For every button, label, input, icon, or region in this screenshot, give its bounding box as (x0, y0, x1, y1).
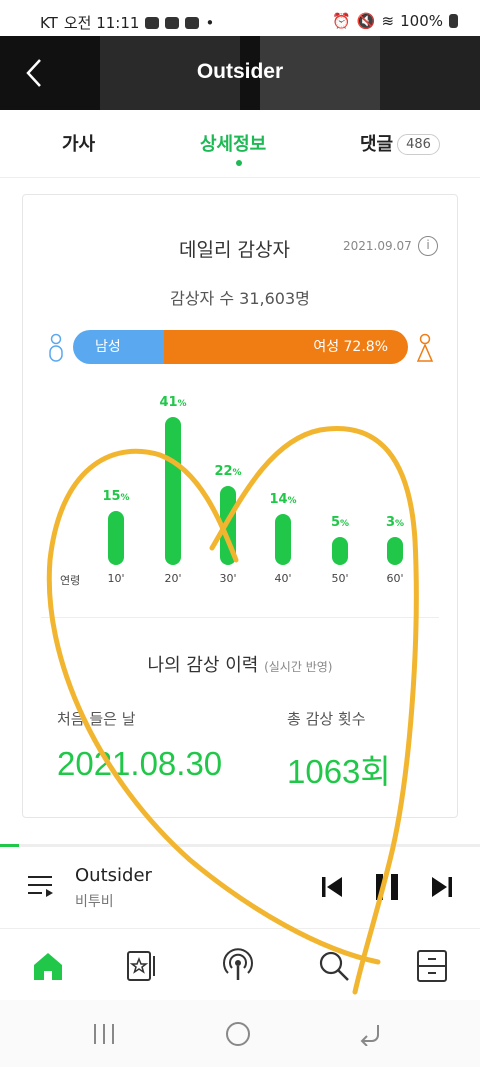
first-listen-value: 2021.08.30 (57, 745, 223, 782)
age-bar-4 (275, 514, 291, 565)
clock: 오전 11:11 (63, 14, 140, 32)
next-icon[interactable] (430, 875, 454, 899)
battery-icon (449, 14, 458, 28)
active-tab-indicator (236, 160, 242, 166)
comment-count-badge: 486 (397, 134, 440, 155)
battery-percent: 100% (400, 12, 443, 30)
storage-icon[interactable] (414, 948, 450, 984)
tab-comments[interactable]: 댓글 486 (360, 130, 440, 156)
wifi-icon: ≋ (381, 12, 395, 30)
podcast-icon[interactable] (220, 948, 256, 984)
male-ratio: 남성 27.2% (73, 330, 165, 364)
female-icon (416, 333, 434, 362)
music-library-icon[interactable] (124, 948, 160, 984)
age-percent-label: 3% (385, 515, 405, 530)
home-icon[interactable] (30, 948, 66, 984)
stats-date: 2021.09.07 (343, 239, 412, 253)
tab-lyrics-label: 가사 (62, 134, 96, 155)
age-bar-6 (387, 537, 403, 565)
tab-details-label: 상세정보 (200, 134, 267, 155)
age-percent-label: 15% (102, 489, 130, 504)
listener-stats-card: 데일리 감상자 2021.09.07 i 감상자 수 31,603명 남성 27… (22, 194, 458, 818)
age-percent-label: 41% (159, 395, 187, 410)
age-group-label: 60' (386, 572, 404, 585)
mini-player[interactable]: Outsider 비투비 (0, 847, 480, 929)
tab-bar: 가사 상세정보 댓글 486 (0, 110, 480, 178)
age-percent-label: 14% (269, 492, 297, 507)
age-group-label: 20' (164, 572, 182, 585)
song-title: Outsider (196, 60, 284, 83)
history-subtitle: (실시간 반영) (264, 660, 333, 674)
note-notification-icon (185, 16, 200, 29)
bottom-navigation (0, 930, 480, 1000)
recent-apps-icon[interactable] (90, 1022, 118, 1046)
age-bar-1 (108, 511, 124, 565)
age-bar-2 (165, 417, 181, 565)
pause-icon[interactable] (374, 873, 400, 901)
age-bar-5 (332, 537, 348, 565)
tab-details[interactable]: 상세정보 (200, 130, 267, 166)
player-artist: 비투비 (75, 894, 114, 910)
daily-listeners-title: 데일리 감상자 (179, 239, 290, 261)
previous-icon[interactable] (320, 875, 344, 899)
song-header: Outsider (0, 36, 480, 110)
system-navigation-bar (0, 1000, 480, 1067)
alarm-icon: ⏰ (332, 12, 351, 30)
age-group-label: 10' (107, 572, 125, 585)
chat-notification-icon (145, 16, 160, 29)
age-percent-label: 22% (214, 464, 242, 479)
male-icon (49, 333, 63, 362)
player-song-title: Outsider (75, 865, 152, 886)
back-button-icon[interactable] (358, 1022, 384, 1046)
total-count-value: 1063회 (287, 753, 391, 790)
history-title: 나의 감상 이력 (147, 655, 259, 676)
age-bar-3 (220, 486, 236, 565)
total-count-label: 총 감상 횟수 (287, 710, 366, 728)
first-listen-label: 처음 들은 날 (57, 710, 136, 728)
info-icon[interactable]: i (418, 236, 438, 256)
playlist-icon[interactable] (26, 873, 54, 899)
carrier-label: KT (40, 13, 58, 32)
age-group-label: 40' (274, 572, 292, 585)
mute-icon: 🔇 (356, 12, 376, 30)
image-notification-icon (165, 16, 180, 29)
tab-comments-label: 댓글 (360, 134, 394, 155)
age-group-label: 50' (331, 572, 349, 585)
more-notifications-icon: • (205, 13, 215, 32)
history-heading: 나의 감상 이력 (실시간 반영) (23, 651, 457, 677)
female-ratio: 여성 72.8% (164, 330, 408, 364)
age-percent-label: 5% (330, 515, 350, 530)
gender-ratio-bar: 남성 27.2% 여성 72.8% (73, 330, 408, 364)
divider (41, 617, 439, 618)
home-button-icon[interactable] (225, 1021, 251, 1047)
age-group-label: 30' (219, 572, 237, 585)
search-icon[interactable] (316, 948, 352, 984)
tab-lyrics[interactable]: 가사 (62, 130, 95, 156)
age-axis-label: 연령 (60, 574, 81, 587)
listener-count: 감상자 수 31,603명 (170, 289, 310, 308)
